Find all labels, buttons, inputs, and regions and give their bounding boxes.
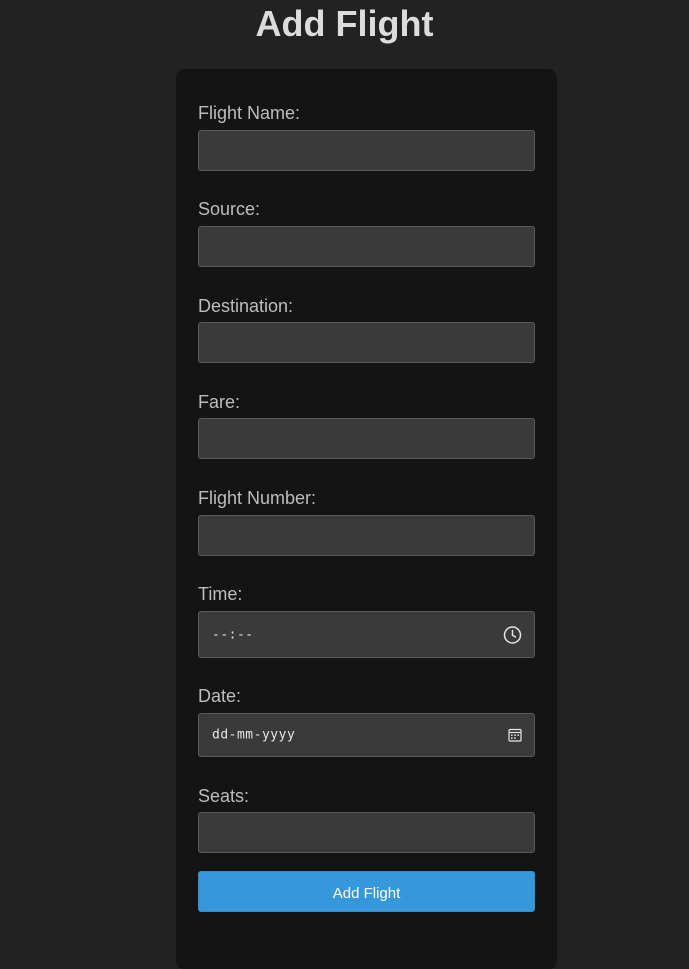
calendar-icon[interactable] xyxy=(508,728,522,742)
destination-input[interactable] xyxy=(198,322,535,363)
flight-number-input[interactable] xyxy=(198,515,535,556)
date-label: Date: xyxy=(198,686,242,706)
add-flight-form: Flight Name: Source: Destination: Fare: … xyxy=(176,69,557,969)
date-placeholder: dd-mm-yyyy xyxy=(212,727,296,743)
seats-label: Seats: xyxy=(198,786,250,806)
flight-name-input[interactable] xyxy=(198,130,535,171)
fare-label: Fare: xyxy=(198,392,241,412)
time-label: Time: xyxy=(198,584,243,604)
page-title: Add Flight xyxy=(255,3,434,44)
time-placeholder: --:-- xyxy=(212,627,254,642)
date-input[interactable]: dd-mm-yyyy xyxy=(198,713,535,757)
source-input[interactable] xyxy=(198,226,535,267)
fare-input[interactable] xyxy=(198,418,535,459)
seats-input[interactable] xyxy=(198,812,535,853)
flight-name-label: Flight Name: xyxy=(198,103,301,123)
source-label: Source: xyxy=(198,199,261,219)
flight-number-label: Flight Number: xyxy=(198,488,317,508)
destination-label: Destination: xyxy=(198,296,294,316)
time-input[interactable]: --:-- xyxy=(198,611,535,658)
clock-icon[interactable] xyxy=(503,625,522,644)
add-flight-button[interactable]: Add Flight xyxy=(198,871,535,912)
